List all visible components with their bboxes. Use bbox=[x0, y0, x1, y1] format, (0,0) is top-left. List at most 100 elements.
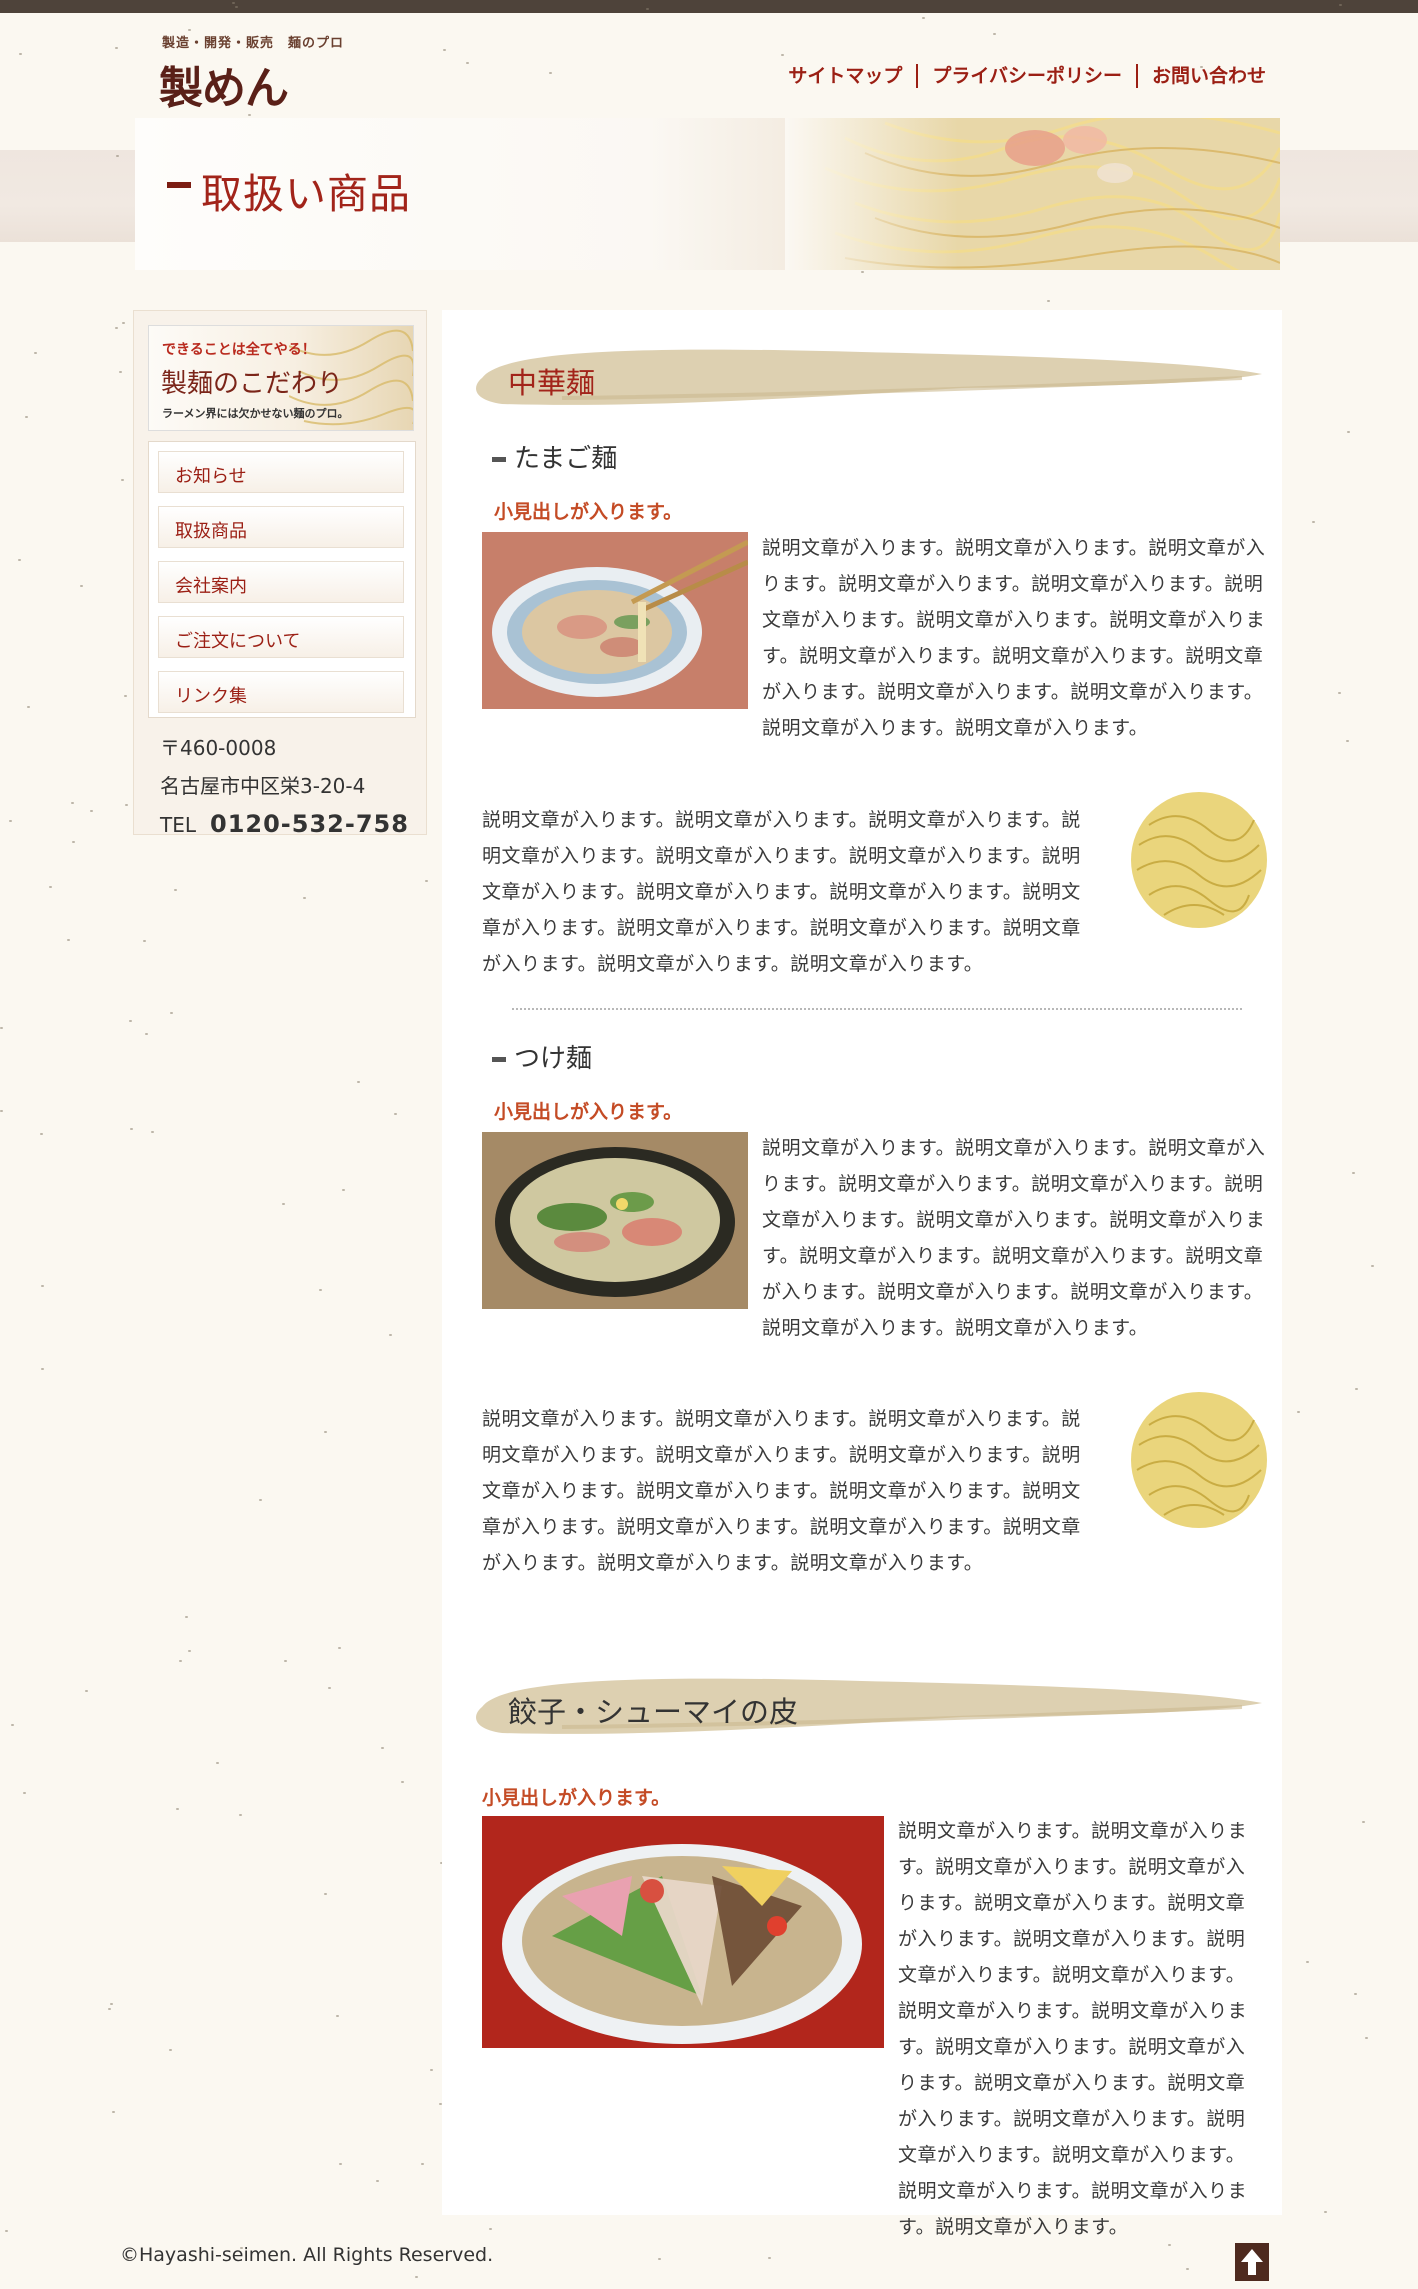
paper-speck bbox=[216, 1762, 219, 1764]
paper-speck bbox=[85, 1690, 88, 1692]
product-description: 説明文章が入ります。説明文章が入ります。説明文章が入ります。説明文章が入ります。… bbox=[482, 809, 1081, 975]
paper-speck bbox=[130, 1128, 133, 1130]
paper-speck bbox=[328, 1687, 331, 1689]
paper-speck bbox=[1352, 1172, 1355, 1174]
paper-speck bbox=[768, 2257, 771, 2259]
sidebar-item-label: リンク集 bbox=[175, 686, 247, 707]
paper-speck bbox=[381, 1747, 384, 1749]
sidebar: できることは全てやる！ 製麺のこだわり ラーメン界には欠かせない麺のプロ。 お知… bbox=[133, 310, 427, 838]
paper-speck bbox=[259, 1499, 262, 1501]
dash-icon bbox=[492, 457, 506, 462]
paper-speck bbox=[415, 2276, 418, 2278]
paper-speck bbox=[19, 53, 22, 55]
ramen-photo bbox=[482, 532, 748, 709]
paper-speck bbox=[1324, 2211, 1327, 2213]
paper-speck bbox=[319, 1289, 322, 1291]
product-name: つけ麺 bbox=[514, 1044, 593, 1074]
paper-speck bbox=[125, 804, 128, 806]
paper-speck bbox=[185, 1616, 188, 1618]
paper-speck bbox=[861, 271, 864, 273]
paper-speck bbox=[90, 810, 93, 812]
paper-speck bbox=[116, 155, 119, 157]
top-bar bbox=[0, 0, 1418, 13]
address-zip: 〒460-0008 bbox=[160, 736, 277, 760]
paper-speck bbox=[1306, 1961, 1309, 1963]
banner-caption: ラーメン界には欠かせない麺のプロ。 bbox=[162, 407, 349, 420]
nav-contact-link[interactable]: お問い合わせ bbox=[1135, 64, 1280, 88]
paper-speck bbox=[1354, 1993, 1357, 1995]
banner-title: 製麺のこだわり bbox=[161, 369, 344, 399]
tsukemen-photo bbox=[482, 1132, 748, 1309]
paper-speck bbox=[169, 2049, 172, 2051]
paper-speck bbox=[112, 2111, 115, 2113]
paper-speck bbox=[121, 479, 124, 481]
paper-speck bbox=[1362, 1821, 1365, 1823]
section-divider bbox=[512, 1008, 1242, 1010]
paper-speck bbox=[232, 2, 235, 4]
paper-speck bbox=[188, 1650, 191, 1652]
logo-tagline: 製造・開発・販売 麺のプロ bbox=[162, 36, 345, 51]
sidebar-item-order[interactable]: ご注文について bbox=[158, 616, 404, 658]
paper-speck bbox=[145, 1033, 148, 1035]
dash-icon bbox=[492, 1057, 506, 1062]
paper-speck bbox=[342, 1189, 345, 1191]
paper-speck bbox=[401, 1781, 404, 1783]
paper-speck bbox=[179, 1660, 182, 1662]
paper-speck bbox=[41, 1285, 44, 1287]
banner-catchphrase: できることは全てやる！ bbox=[162, 342, 316, 358]
sidebar-item-news[interactable]: お知らせ bbox=[158, 451, 404, 493]
paper-speck bbox=[235, 6, 238, 8]
paper-speck bbox=[170, 1012, 173, 1014]
paper-speck bbox=[9, 820, 12, 822]
paper-speck bbox=[41, 1368, 44, 1370]
site-logo[interactable]: 製めん bbox=[159, 52, 289, 116]
paper-speck bbox=[72, 841, 75, 843]
product-description: 説明文章が入ります。説明文章が入ります。説明文章が入ります。説明文章が入ります。… bbox=[762, 1137, 1266, 1339]
paper-speck bbox=[389, 1334, 392, 1336]
nav-sitemap-link[interactable]: サイトマップ bbox=[774, 64, 916, 88]
paper-speck bbox=[67, 939, 70, 941]
noodle-bundle-photo bbox=[1131, 1392, 1267, 1528]
category-title: 中華麺 bbox=[508, 366, 596, 400]
category-heading-chinese-noodles: 中華麺 bbox=[442, 338, 1282, 418]
copyright: ©Hayashi-seimen. All Rights Reserved. bbox=[120, 2244, 494, 2266]
nav-privacy-link[interactable]: プライバシーポリシー bbox=[916, 64, 1136, 88]
site-header: 製造・開発・販売 麺のプロ 製めん サイトマップ プライバシーポリシー お問い合… bbox=[135, 22, 1285, 114]
tel-label: TEL bbox=[160, 813, 196, 837]
product-description: 説明文章が入ります。説明文章が入ります。説明文章が入ります。説明文章が入ります。… bbox=[898, 1820, 1248, 2238]
paper-speck bbox=[489, 2228, 492, 2230]
sidebar-item-products[interactable]: 取扱商品 bbox=[158, 506, 404, 548]
sidebar-item-label: 取扱商品 bbox=[175, 521, 247, 542]
paper-speck bbox=[284, 1660, 287, 1662]
header-nav: サイトマップ プライバシーポリシー お問い合わせ bbox=[774, 64, 1280, 88]
paper-speck bbox=[49, 886, 52, 888]
paper-speck bbox=[122, 322, 125, 324]
paper-speck bbox=[324, 1431, 327, 1433]
category-title: 餃子・シューマイの皮 bbox=[508, 1695, 799, 1729]
sidebar-item-company[interactable]: 会社案内 bbox=[158, 561, 404, 603]
kodawari-banner[interactable]: できることは全てやる！ 製麺のこだわり ラーメン界には欠かせない麺のプロ。 bbox=[148, 325, 414, 431]
paper-speck bbox=[1186, 2268, 1189, 2270]
product-subheading: 小見出しが入ります。 bbox=[494, 501, 683, 523]
paper-speck bbox=[80, 585, 83, 587]
sidebar-menu: お知らせ 取扱商品 会社案内 ご注文について リンク集 bbox=[148, 441, 416, 718]
paper-speck bbox=[1339, 4, 1342, 6]
paper-speck bbox=[376, 2180, 379, 2182]
paper-speck bbox=[339, 2163, 342, 2165]
product-subheading: 小見出しが入ります。 bbox=[494, 1101, 683, 1123]
paper-speck bbox=[1297, 1411, 1300, 1413]
paper-speck bbox=[5, 2230, 8, 2232]
paper-speck bbox=[303, 897, 306, 899]
paper-speck bbox=[143, 940, 146, 942]
paper-speck bbox=[11, 1724, 14, 1726]
paper-speck bbox=[119, 371, 122, 373]
product-name: たまご麺 bbox=[514, 444, 618, 474]
paper-speck bbox=[1371, 1265, 1374, 1267]
paper-speck bbox=[34, 352, 37, 354]
paper-speck bbox=[25, 416, 28, 418]
paper-speck bbox=[40, 1133, 43, 1135]
page-top-button[interactable] bbox=[1235, 2243, 1269, 2281]
address-tel: TEL 0120-532-758 bbox=[160, 805, 409, 844]
tel-number[interactable]: 0120-532-758 bbox=[210, 810, 409, 838]
sidebar-item-links[interactable]: リンク集 bbox=[158, 671, 404, 713]
